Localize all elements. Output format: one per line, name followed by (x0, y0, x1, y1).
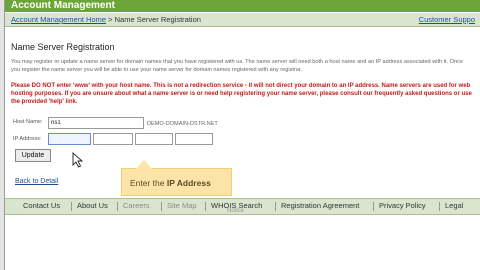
page-title: Name Server Registration (11, 42, 115, 52)
footer-divider (71, 202, 72, 211)
footer-divider (373, 202, 374, 211)
footer-link-careers[interactable]: Careers (123, 199, 150, 212)
mouse-cursor-icon (72, 152, 84, 168)
host-name-label: Host Name: (13, 119, 43, 125)
app-title: Account Management (11, 0, 115, 11)
footer-divider (205, 202, 206, 211)
host-name-input[interactable] (48, 117, 144, 129)
ip-octet-2-input[interactable] (93, 133, 133, 145)
breadcrumb: Account Management Home > Name Server Re… (11, 13, 201, 26)
footer-divider (439, 202, 440, 211)
footer-link-registration-agreement[interactable]: Registration Agreement (281, 199, 359, 212)
page-container: Account Management Account Management Ho… (4, 0, 480, 270)
ip-address-label: IP Address: (13, 136, 42, 142)
footer-divider (275, 202, 276, 211)
instruction-tooltip: Enter the IP Address (121, 160, 232, 196)
footer-link-legal[interactable]: Legal (445, 199, 463, 212)
intro-text: You may register or update a name server… (11, 59, 463, 73)
ip-octet-4-input[interactable] (175, 133, 213, 145)
footer-divider (117, 202, 118, 211)
app-header: Account Management (5, 0, 480, 12)
ip-octet-1-input[interactable] (48, 133, 91, 145)
footer-note[interactable]: Notice (227, 208, 244, 214)
breadcrumb-separator: > (106, 15, 115, 24)
footer-divider (161, 202, 162, 211)
footer-link-about[interactable]: About Us (77, 199, 108, 212)
ip-octet-3-input[interactable] (135, 133, 173, 145)
tooltip-text: Enter the IP Address (130, 178, 211, 188)
footer-link-contact[interactable]: Contact Us (23, 199, 60, 212)
customer-support-link[interactable]: Customer Suppo (419, 13, 475, 26)
breadcrumb-current: Name Server Registration (114, 15, 201, 24)
domain-suffix: DEMO-DOMAIN-DSTR.NET (147, 121, 218, 127)
breadcrumb-home-link[interactable]: Account Management Home (11, 15, 106, 24)
back-to-detail-link[interactable]: Back to Detail (15, 178, 58, 185)
tooltip-emphasis: IP Address (166, 178, 211, 188)
update-button[interactable]: Update (15, 149, 51, 162)
footer-link-sitemap[interactable]: Site Map (167, 199, 197, 212)
nav-bar: Account Management Home > Name Server Re… (5, 13, 480, 27)
footer-link-privacy[interactable]: Privacy Policy (379, 199, 426, 212)
warning-text: Please DO NOT enter 'www' with your host… (11, 83, 472, 105)
